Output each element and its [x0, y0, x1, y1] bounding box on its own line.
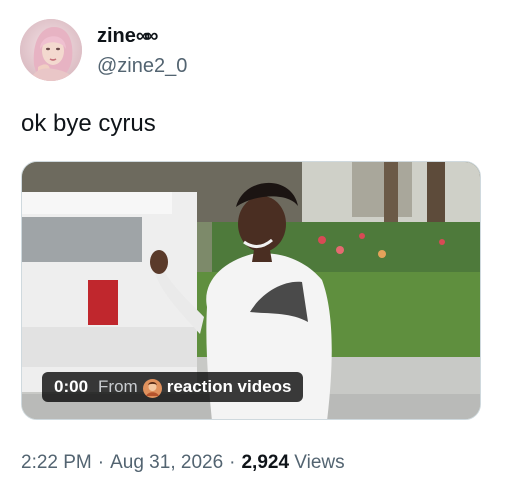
views-count: 2,924 [241, 452, 290, 473]
display-name-text: zine [97, 25, 136, 47]
video-info-pill[interactable]: 0:00 From reaction videos [42, 372, 304, 402]
meta-separator: · [97, 452, 105, 473]
avatar[interactable] [20, 19, 82, 81]
tweet-time[interactable]: 2:22 PM [21, 452, 92, 473]
video-source-name: reaction videos [166, 377, 292, 396]
tweet: zine∞∞ @zine2_0 ok bye cyrus 0:00 From r… [0, 0, 508, 493]
video-current-time: 0:00 [54, 377, 89, 396]
user-avatar-photo-icon [20, 19, 82, 81]
video-player[interactable]: 0:00 From reaction videos [21, 161, 481, 420]
author-handle[interactable]: @zine2_0 [97, 55, 187, 78]
name-emoji-glyph: ∞∞ [135, 25, 158, 47]
tweet-date[interactable]: Aug 31, 2026 [110, 452, 223, 473]
video-from-label: From [98, 377, 138, 396]
author-display-name[interactable]: zine∞∞ [97, 25, 158, 48]
tweet-text: ok bye cyrus [21, 110, 156, 137]
tweet-metadata: 2:22 PM · Aug 31, 2026 · 2,924 Views [21, 452, 345, 474]
meta-separator: · [229, 452, 236, 473]
source-avatar-icon [142, 378, 162, 398]
views-label: Views [294, 452, 345, 473]
